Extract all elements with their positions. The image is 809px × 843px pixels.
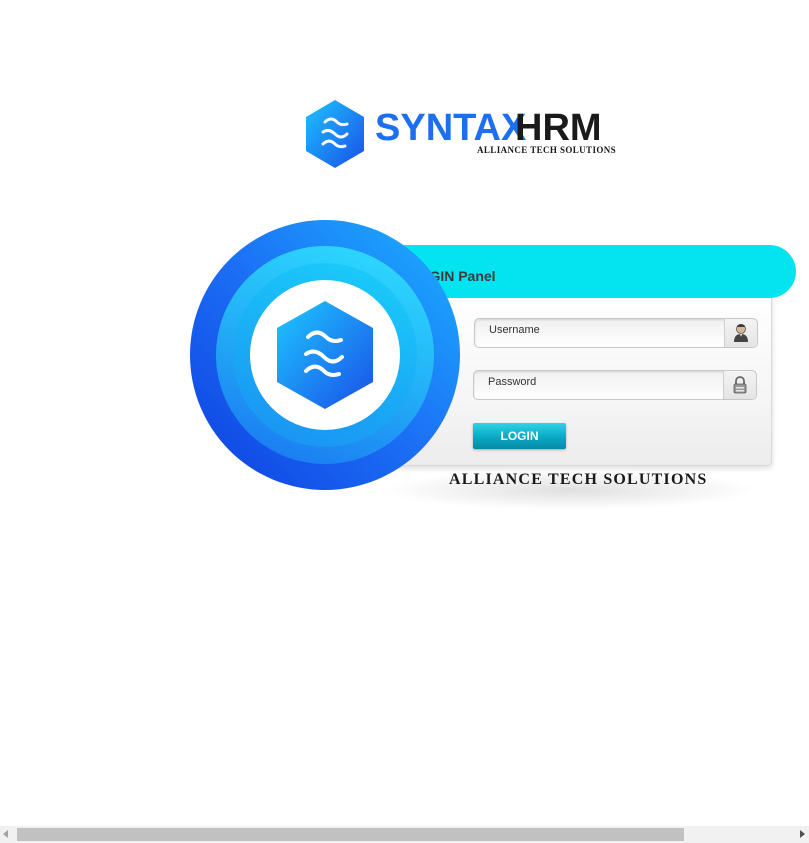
brand-subtitle: ALLIANCE TECH SOLUTIONS — [477, 145, 617, 155]
brand-name-syntax: SYNTAX — [375, 107, 527, 149]
brand-name-hrm: HRM — [515, 107, 602, 149]
scroll-right-arrow-icon[interactable] — [800, 830, 805, 838]
login-button[interactable]: LOGIN — [473, 423, 566, 449]
syntax-hexagon-logo-icon — [306, 100, 364, 168]
lock-icon — [723, 371, 756, 399]
top-brand-logo: SYNTAX HRM ALLIANCE TECH SOLUTIONS — [303, 98, 623, 172]
username-field — [474, 318, 758, 348]
footer-tagline: ALLIANCE TECH SOLUTIONS — [449, 471, 708, 488]
emblem-hexagon-logo-icon — [277, 301, 373, 409]
user-icon — [724, 319, 757, 347]
horizontal-scrollbar[interactable] — [0, 826, 809, 843]
username-input[interactable] — [475, 319, 723, 347]
scrollbar-thumb[interactable] — [17, 828, 684, 841]
password-input[interactable] — [474, 371, 722, 399]
scroll-left-arrow-icon[interactable] — [3, 830, 8, 838]
password-field — [473, 370, 757, 400]
